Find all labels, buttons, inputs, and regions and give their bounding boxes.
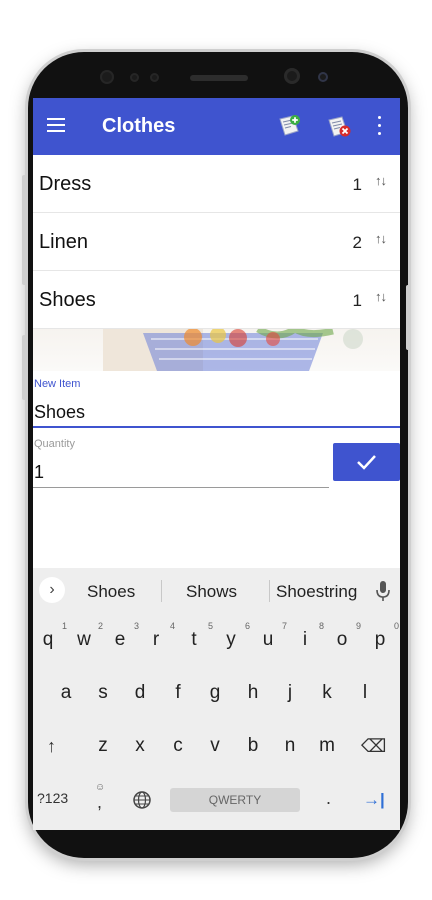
suggestion[interactable]: Shows — [186, 582, 237, 602]
delete-list-icon[interactable] — [325, 112, 353, 140]
key-z[interactable]: z — [88, 735, 118, 757]
page-title: Clothes — [102, 115, 176, 137]
item-quantity: 2 — [352, 233, 362, 252]
backspace-key-icon[interactable]: ⌫ — [361, 736, 386, 757]
sort-arrows-icon[interactable]: ↑↓ — [375, 231, 387, 246]
key-f[interactable]: f — [163, 682, 193, 704]
item-quantity: 1 — [352, 175, 362, 194]
item-name: Shoes — [39, 289, 96, 311]
phone-sensor — [130, 73, 139, 82]
key-x[interactable]: x — [125, 735, 155, 757]
phone-camera — [284, 68, 300, 84]
phone-speaker — [190, 75, 248, 81]
new-item-underline — [33, 426, 400, 428]
key-k[interactable]: k — [312, 682, 342, 704]
key-o[interactable]: o9 — [327, 621, 361, 651]
comma-key[interactable]: , — [97, 792, 102, 813]
key-p[interactable]: p0 — [365, 621, 399, 651]
shopping-basket-background-image — [33, 329, 400, 371]
key-m[interactable]: m — [312, 735, 342, 757]
suggestion-strip: › Shoes Shows Shoestring — [33, 568, 400, 612]
symbols-key[interactable]: ?123 — [37, 790, 68, 806]
quantity-underline — [33, 487, 329, 488]
phone-power-button — [406, 285, 411, 350]
enter-key-icon[interactable]: →| — [363, 790, 385, 810]
check-icon — [357, 455, 376, 470]
microphone-icon[interactable] — [375, 579, 391, 603]
chevron-right-icon[interactable]: › — [39, 577, 65, 603]
key-c[interactable]: c — [163, 735, 193, 757]
phone-sensor — [150, 73, 159, 82]
quantity-label: Quantity — [34, 438, 75, 450]
quantity-input[interactable]: 1 — [34, 462, 44, 483]
key-n[interactable]: n — [275, 735, 305, 757]
phone-iris-sensor — [318, 72, 328, 82]
hamburger-menu-icon[interactable] — [47, 118, 65, 132]
more-vert-icon[interactable] — [377, 116, 383, 136]
add-list-icon[interactable] — [275, 112, 303, 140]
item-name: Linen — [39, 231, 88, 253]
phone-bixby-button — [22, 335, 27, 400]
item-list: Dress 1 ↑↓ Linen 2 ↑↓ Shoes 1 ↑↓ — [33, 155, 400, 329]
key-e[interactable]: e3 — [105, 621, 139, 651]
divider — [269, 580, 270, 602]
new-item-form: New Item Shoes Quantity 1 — [33, 371, 400, 568]
suggestion[interactable]: Shoes — [87, 582, 135, 602]
divider — [161, 580, 162, 602]
list-item[interactable]: Dress 1 ↑↓ — [33, 155, 400, 213]
key-i[interactable]: i8 — [290, 621, 324, 651]
globe-icon[interactable] — [132, 790, 152, 810]
key-h[interactable]: h — [238, 682, 268, 704]
period-key[interactable]: . — [326, 788, 331, 809]
phone-sensor — [100, 70, 114, 84]
key-q[interactable]: q1 — [33, 621, 67, 651]
key-t[interactable]: t5 — [179, 621, 213, 651]
new-item-input[interactable]: Shoes — [34, 402, 85, 423]
key-w[interactable]: w2 — [69, 621, 103, 651]
key-g[interactable]: g — [200, 682, 230, 704]
key-s[interactable]: s — [88, 682, 118, 704]
suggestion[interactable]: Shoestring — [276, 582, 357, 602]
confirm-button[interactable] — [333, 443, 400, 481]
list-item[interactable]: Shoes 1 ↑↓ — [33, 271, 400, 329]
key-d[interactable]: d — [125, 682, 155, 704]
key-u[interactable]: u7 — [253, 621, 287, 651]
new-item-label: New Item — [34, 378, 81, 390]
key-y[interactable]: y6 — [216, 621, 250, 651]
app-bar: Clothes — [33, 98, 400, 155]
item-quantity: 1 — [352, 291, 362, 310]
app-screen: Clothes Dress 1 ↑↓ Linen 2 ↑↓ Shoes 1 ↑↓… — [33, 98, 400, 830]
shift-key-icon[interactable]: ↑ — [47, 736, 56, 757]
key-v[interactable]: v — [200, 735, 230, 757]
key-r[interactable]: r4 — [141, 621, 175, 651]
list-item[interactable]: Linen 2 ↑↓ — [33, 213, 400, 271]
space-key[interactable]: QWERTY — [170, 788, 300, 812]
item-name: Dress — [39, 173, 92, 195]
key-b[interactable]: b — [238, 735, 268, 757]
phone-volume-button — [22, 175, 27, 285]
soft-keyboard: › Shoes Shows Shoestring q1 w2 e3 r4 t5 … — [33, 568, 400, 830]
sort-arrows-icon[interactable]: ↑↓ — [375, 289, 387, 304]
key-j[interactable]: j — [275, 682, 305, 704]
key-a[interactable]: a — [51, 682, 81, 704]
sort-arrows-icon[interactable]: ↑↓ — [375, 173, 387, 188]
key-l[interactable]: l — [350, 682, 380, 704]
